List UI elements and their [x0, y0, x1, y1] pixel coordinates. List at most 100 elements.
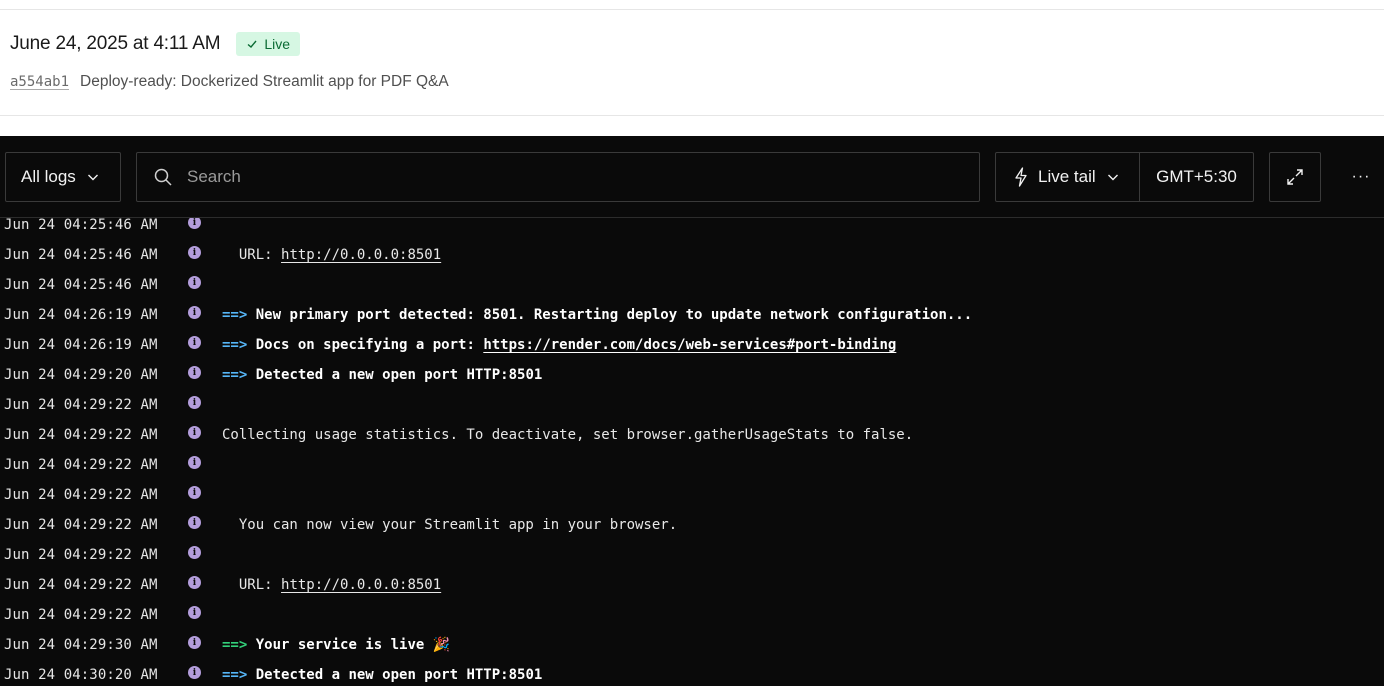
info-icon: i	[188, 276, 201, 289]
log-text: Detected a new open port HTTP:8501	[247, 367, 543, 383]
deploy-title-row: June 24, 2025 at 4:11 AM Live	[10, 32, 301, 56]
info-icon: i	[188, 636, 201, 649]
log-filter-label: All logs	[21, 167, 76, 186]
info-icon: i	[188, 456, 201, 469]
live-tail-button[interactable]: Live tail	[996, 153, 1140, 201]
log-timestamp: Jun 24 04:30:20 AM	[4, 667, 158, 683]
expand-icon	[1285, 167, 1305, 187]
log-line: Jun 24 04:29:30 AM i ==> Your service is l…	[0, 630, 1384, 660]
log-timestamp: Jun 24 04:29:20 AM	[4, 367, 158, 383]
log-line: Jun 24 04:25:46 AM i URL: http://0.0.0.0:…	[0, 240, 1384, 270]
log-line: Jun 24 04:29:22 AM i	[0, 480, 1384, 510]
log-message: URL: http://0.0.0.0:8501	[222, 247, 441, 263]
log-message: ==> Detected a new open port HTTP:8501	[222, 667, 542, 683]
log-arrow: ==>	[222, 307, 248, 323]
log-timestamp: Jun 24 04:29:22 AM	[4, 577, 158, 593]
log-line: Jun 24 04:29:22 AM i	[0, 540, 1384, 570]
log-timestamp: Jun 24 04:29:22 AM	[4, 547, 158, 563]
info-icon: i	[188, 576, 201, 589]
live-tail-label: Live tail	[1038, 167, 1096, 186]
log-arrow: ==>	[222, 667, 248, 683]
log-line: Jun 24 04:29:22 AM i	[0, 450, 1384, 480]
log-line: Jun 24 04:29:22 AM i URL: http://0.0.0.0:…	[0, 570, 1384, 600]
divider	[0, 9, 1384, 10]
more-icon: ···	[1351, 168, 1371, 185]
log-link[interactable]: http://0.0.0.0:8501	[281, 247, 441, 263]
log-message: URL: http://0.0.0.0:8501	[222, 577, 441, 593]
chevron-down-icon	[1106, 170, 1120, 184]
timezone-label: GMT+5:30	[1156, 167, 1237, 186]
log-timestamp: Jun 24 04:29:22 AM	[4, 517, 158, 533]
timezone-button[interactable]: GMT+5:30	[1140, 153, 1253, 201]
info-icon: i	[188, 546, 201, 559]
check-icon	[246, 38, 258, 50]
log-line: Jun 24 04:29:22 AM i Collecting usage stat…	[0, 420, 1384, 450]
fullscreen-button[interactable]	[1269, 152, 1321, 202]
commit-row: a554ab1 Deploy-ready: Dockerized Streaml…	[10, 73, 449, 91]
log-message: ==> Docs on specifying a port: https://r…	[222, 337, 896, 353]
log-message: ==> Detected a new open port HTTP:8501	[222, 367, 542, 383]
info-icon: i	[188, 218, 201, 229]
info-icon: i	[188, 516, 201, 529]
info-icon: i	[188, 246, 201, 259]
log-line: Jun 24 04:26:19 AM i ==> Docs on specifyin…	[0, 330, 1384, 360]
log-timestamp: Jun 24 04:25:46 AM	[4, 277, 158, 293]
commit-message: Deploy-ready: Dockerized Streamlit app f…	[80, 73, 449, 90]
info-icon: i	[188, 336, 201, 349]
log-text: Collecting usage statistics. To deactiva…	[222, 427, 914, 443]
log-line: Jun 24 04:26:19 AM i ==> New primary port …	[0, 300, 1384, 330]
info-icon: i	[188, 306, 201, 319]
log-message: Collecting usage statistics. To deactiva…	[222, 427, 913, 443]
log-link[interactable]: https://render.com/docs/web-services#por…	[483, 337, 896, 353]
logs-toolbar: All logs Live tail GMT+5:30	[0, 136, 1384, 218]
log-timestamp: Jun 24 04:26:19 AM	[4, 337, 158, 353]
search-input[interactable]	[187, 167, 947, 187]
log-line: Jun 24 04:25:46 AM i	[0, 218, 1384, 240]
log-text: Your service is live 🎉	[247, 637, 451, 653]
status-badge: Live	[236, 32, 301, 56]
log-timestamp: Jun 24 04:29:22 AM	[4, 457, 158, 473]
log-link[interactable]: http://0.0.0.0:8501	[281, 577, 441, 593]
log-timestamp: Jun 24 04:25:46 AM	[4, 218, 158, 233]
info-icon: i	[188, 486, 201, 499]
deploy-header: June 24, 2025 at 4:11 AM Live a554ab1 De…	[0, 0, 1384, 136]
live-tail-group: Live tail GMT+5:30	[995, 152, 1254, 202]
log-line: Jun 24 04:29:20 AM i ==> Detected a new op…	[0, 360, 1384, 390]
log-list[interactable]: Jun 24 04:25:46 AM i Jun 24 04:25:46 AM i U…	[0, 218, 1384, 686]
log-text: Docs on specifying a port:	[247, 337, 484, 353]
info-icon: i	[188, 396, 201, 409]
log-timestamp: Jun 24 04:29:22 AM	[4, 487, 158, 503]
more-options-button[interactable]: ···	[1342, 152, 1380, 202]
commit-hash-link[interactable]: a554ab1	[10, 74, 69, 90]
info-icon: i	[188, 426, 201, 439]
logs-panel: All logs Live tail GMT+5:30	[0, 136, 1384, 686]
info-icon: i	[188, 606, 201, 619]
log-text: URL:	[222, 577, 282, 593]
log-timestamp: Jun 24 04:29:22 AM	[4, 397, 158, 413]
log-text: You can now view your Streamlit app in y…	[222, 517, 678, 533]
divider	[0, 115, 1384, 116]
chevron-down-icon	[86, 170, 100, 184]
log-line: Jun 24 04:25:46 AM i	[0, 270, 1384, 300]
log-timestamp: Jun 24 04:29:22 AM	[4, 427, 158, 443]
search-field[interactable]	[136, 152, 980, 202]
log-timestamp: Jun 24 04:29:22 AM	[4, 607, 158, 623]
info-icon: i	[188, 666, 201, 679]
log-filter-dropdown[interactable]: All logs	[5, 152, 121, 202]
log-text: Detected a new open port HTTP:8501	[247, 667, 543, 683]
status-label: Live	[264, 36, 291, 52]
lightning-bolt-icon	[1014, 167, 1028, 187]
log-line: Jun 24 04:29:22 AM i	[0, 390, 1384, 420]
log-text: New primary port detected: 8501. Restart…	[247, 307, 973, 323]
log-message: You can now view your Streamlit app in y…	[222, 517, 677, 533]
log-line: Jun 24 04:29:22 AM i	[0, 600, 1384, 630]
log-line: Jun 24 04:29:22 AM i You can now view you…	[0, 510, 1384, 540]
log-line: Jun 24 04:30:20 AM i ==> Detected a new op…	[0, 660, 1384, 686]
info-icon: i	[188, 366, 201, 379]
log-timestamp: Jun 24 04:26:19 AM	[4, 307, 158, 323]
log-timestamp: Jun 24 04:29:30 AM	[4, 637, 158, 653]
deploy-date: June 24, 2025 at 4:11 AM	[10, 33, 221, 54]
log-text: URL:	[222, 247, 282, 263]
log-arrow: ==>	[222, 367, 248, 383]
log-timestamp: Jun 24 04:25:46 AM	[4, 247, 158, 263]
